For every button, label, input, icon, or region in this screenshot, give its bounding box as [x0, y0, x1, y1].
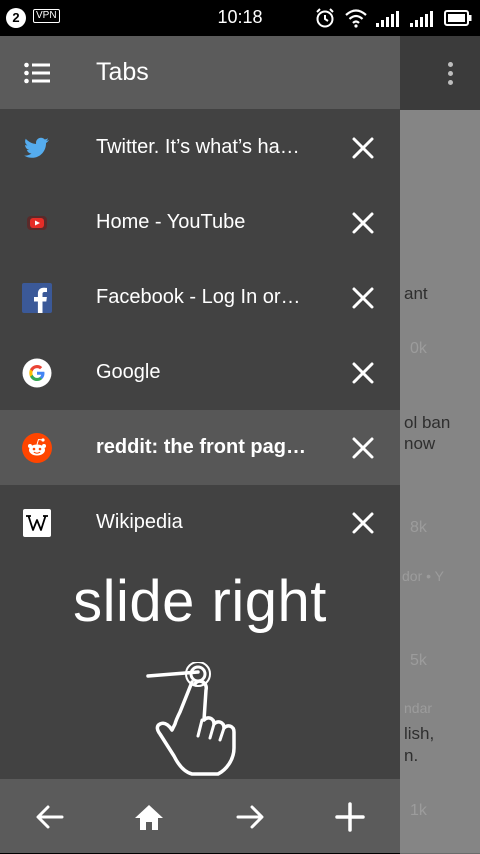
drawer-title: Tabs [96, 58, 149, 86]
youtube-icon [22, 208, 52, 238]
tab-item-google[interactable]: Google [0, 335, 400, 410]
background-vote-count: 8k [410, 519, 427, 536]
wikipedia-icon [22, 508, 52, 538]
background-content: ant ol ban now 0k 8k dor • Y 5k ndar lis… [400, 110, 480, 854]
background-label: dor • Y [402, 568, 444, 584]
tab-title: Twitter. It’s what’s ha… [96, 136, 300, 158]
background-snippet: ol ban [404, 413, 451, 432]
tab-title: Google [96, 361, 161, 383]
status-bar: 2 VPN 10:18 [0, 0, 480, 36]
background-label: ndar [404, 700, 433, 716]
background-snippet: n. [404, 746, 419, 765]
close-tab-icon[interactable] [350, 510, 376, 536]
alarm-icon [316, 8, 334, 28]
home-icon[interactable] [133, 801, 165, 833]
status-icons [314, 6, 472, 30]
drawer-header: Tabs [0, 36, 400, 109]
tabs-drawer: Tabs Twitter. It’s what’s ha… Home - You… [0, 36, 400, 853]
background-snippet: ant [404, 284, 428, 303]
overflow-menu-icon [448, 62, 454, 89]
tab-item-facebook[interactable]: Facebook - Log In or… [0, 260, 400, 335]
tab-item-reddit[interactable]: reddit: the front pag… [0, 410, 400, 485]
tab-item-twitter[interactable]: Twitter. It’s what’s ha… [0, 110, 400, 185]
tab-title: reddit: the front pag… [96, 436, 306, 458]
swipe-gesture-hand-icon [146, 662, 236, 776]
slide-right-hint: slide right [73, 569, 327, 634]
tab-item-wikipedia[interactable]: Wikipedia [0, 485, 400, 560]
signal-2-icon [410, 11, 433, 27]
close-tab-icon[interactable] [350, 435, 376, 461]
back-icon[interactable] [34, 801, 66, 833]
tab-title: Wikipedia [96, 511, 183, 533]
close-tab-icon[interactable] [350, 135, 376, 161]
battery-icon [444, 10, 472, 26]
background-snippet: now [404, 434, 436, 453]
reddit-icon [22, 433, 52, 463]
twitter-icon [22, 133, 52, 163]
background-vote-count: 5k [410, 652, 427, 669]
tab-title: Facebook - Log In or… [96, 286, 301, 308]
wifi-icon [345, 9, 367, 28]
signal-1-icon [376, 11, 399, 27]
google-icon [22, 358, 52, 388]
facebook-icon [22, 283, 52, 313]
background-snippet: lish, [404, 724, 435, 743]
close-tab-icon[interactable] [350, 360, 376, 386]
tab-item-youtube[interactable]: Home - YouTube [0, 185, 400, 260]
background-vote-count: 0k [410, 340, 427, 357]
close-tab-icon[interactable] [350, 210, 376, 236]
background-vote-count: 1k [410, 802, 427, 819]
tab-list-icon[interactable] [24, 62, 50, 84]
forward-icon[interactable] [234, 801, 266, 833]
close-tab-icon[interactable] [350, 285, 376, 311]
tab-title: Home - YouTube [96, 211, 246, 233]
bottom-toolbar [0, 779, 400, 853]
new-tab-icon[interactable] [334, 801, 366, 833]
